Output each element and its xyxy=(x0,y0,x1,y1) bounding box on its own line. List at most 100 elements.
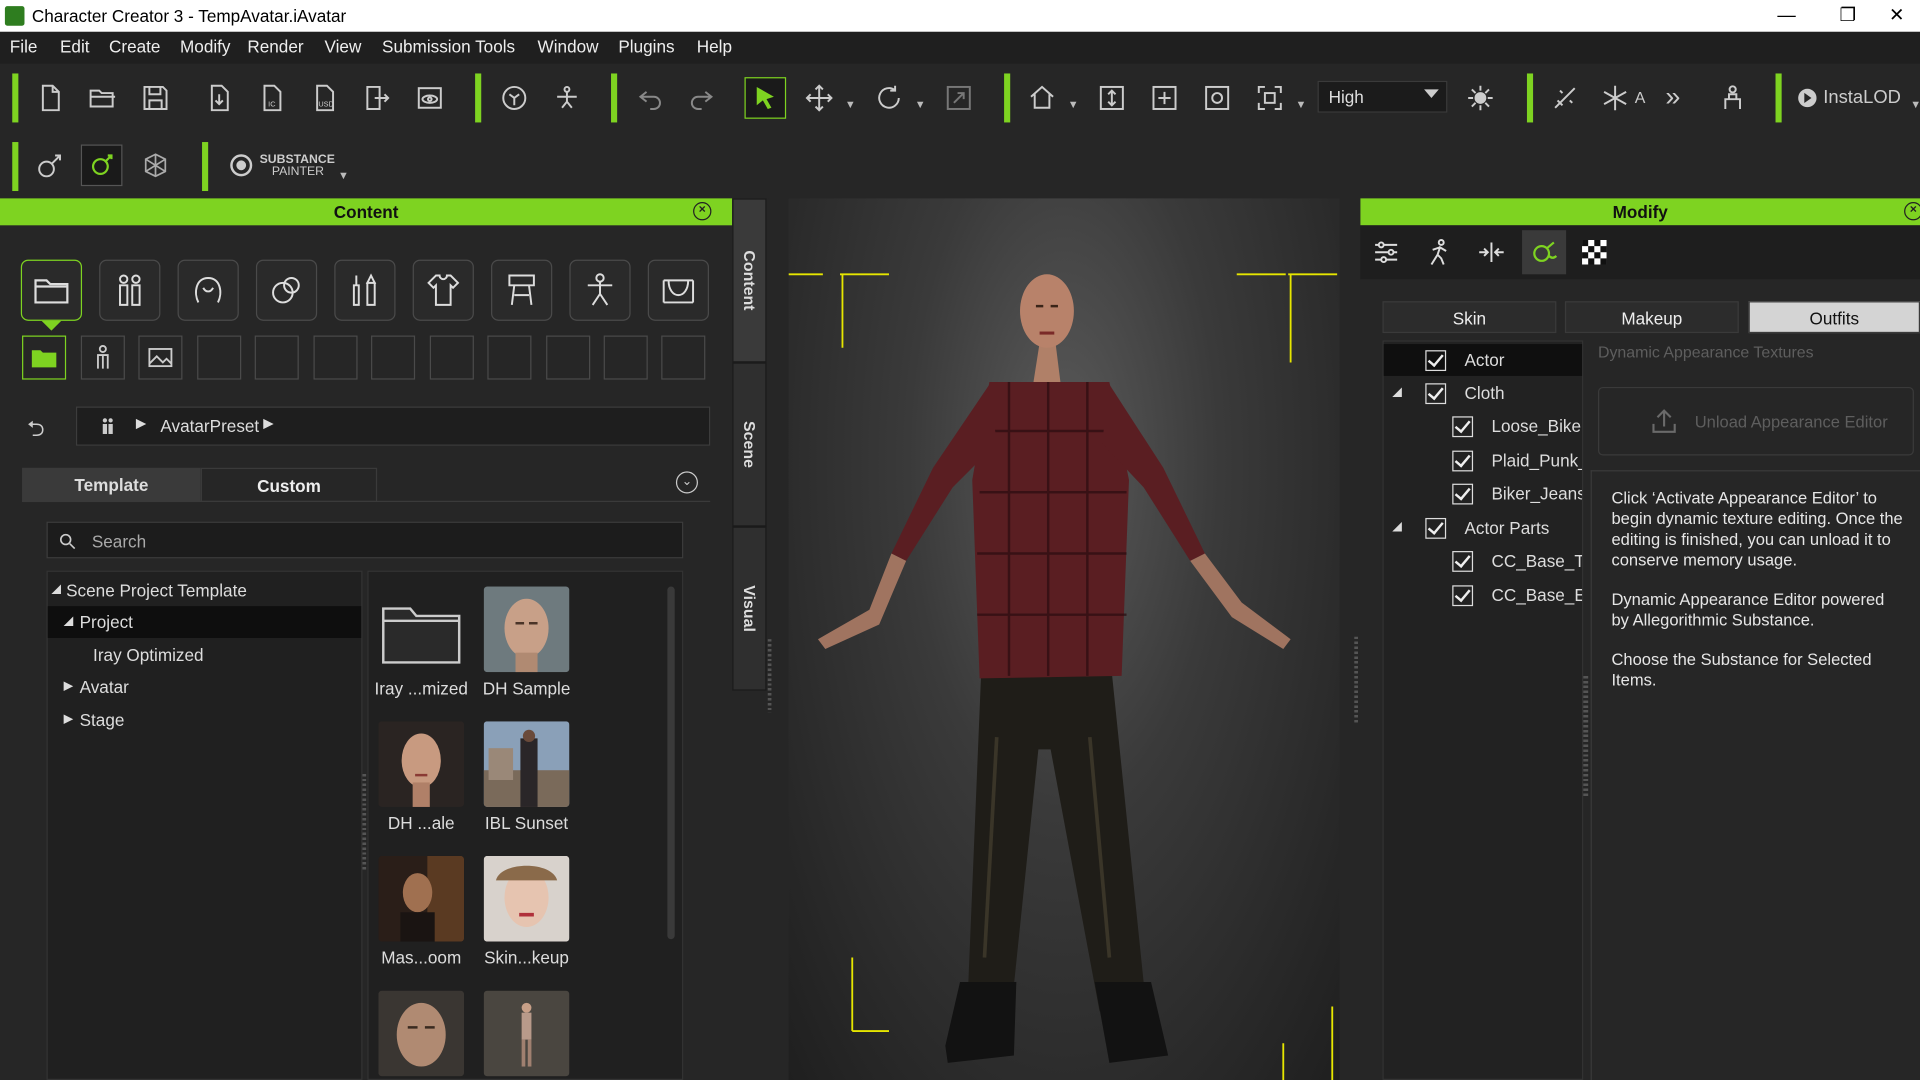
tree-item-project[interactable]: ◢ Project xyxy=(47,606,362,638)
rotate-dropdown-icon[interactable]: ▼ xyxy=(915,98,926,110)
texture-checker-icon[interactable] xyxy=(1576,234,1613,271)
checkbox[interactable] xyxy=(1452,450,1474,472)
tab-custom[interactable]: Custom xyxy=(200,467,378,503)
instalod-dropdown-icon[interactable]: ▼ xyxy=(1910,98,1920,110)
tab-makeup[interactable]: Makeup xyxy=(1564,301,1739,334)
search-input[interactable]: Search xyxy=(46,521,684,559)
checkbox[interactable] xyxy=(1452,585,1474,607)
list-item-cc-base-e[interactable]: CC_Base_E xyxy=(1384,579,1582,611)
camera-frame-icon[interactable] xyxy=(1251,80,1288,117)
splitter-handle[interactable] xyxy=(1583,675,1589,799)
sub-avatar-button[interactable] xyxy=(80,335,125,380)
redo-icon[interactable] xyxy=(683,80,720,117)
category-hair-button[interactable] xyxy=(177,259,239,321)
reallusion-hub-icon[interactable] xyxy=(496,80,533,117)
pose-tool-icon[interactable] xyxy=(549,80,586,117)
breadcrumb-arrow-icon[interactable]: ▶ xyxy=(263,415,273,431)
substance-painter-button[interactable]: SUBSTANCE PAINTER xyxy=(260,154,335,178)
appearance-editor-icon[interactable] xyxy=(80,144,123,187)
home-view-icon[interactable] xyxy=(1024,80,1061,117)
category-avatar-button[interactable] xyxy=(99,259,161,321)
list-item-actor[interactable]: Actor xyxy=(1383,344,1583,376)
tab-skin[interactable]: Skin xyxy=(1382,301,1557,334)
expanded-arrow-icon[interactable]: ◢ xyxy=(1392,512,1401,544)
grid-scrollbar[interactable] xyxy=(667,586,675,940)
empty-slot[interactable] xyxy=(371,335,416,380)
mesh-tool-icon[interactable] xyxy=(137,147,174,184)
menu-window[interactable]: Window xyxy=(538,37,599,57)
menu-edit[interactable]: Edit xyxy=(60,37,90,57)
focus-selected-icon[interactable] xyxy=(1199,80,1236,117)
checkbox[interactable] xyxy=(1425,383,1447,405)
menu-plugins[interactable]: Plugins xyxy=(618,37,674,57)
empty-slot[interactable] xyxy=(546,335,591,380)
category-cloth-button[interactable] xyxy=(412,259,474,321)
render-quality-select[interactable]: High xyxy=(1317,80,1448,113)
grid-item-thumbnail[interactable] xyxy=(483,721,570,807)
list-item-plaid-punk[interactable]: Plaid_Punk_ xyxy=(1384,444,1582,476)
fit-height-icon[interactable] xyxy=(1093,80,1130,117)
checkbox[interactable] xyxy=(1452,483,1474,505)
morph-adjust-icon[interactable] xyxy=(1473,234,1510,271)
expanded-arrow-icon[interactable]: ◢ xyxy=(64,606,73,638)
back-icon[interactable]: ⮌ xyxy=(27,414,45,451)
export-icon[interactable] xyxy=(359,80,396,117)
import-icon[interactable] xyxy=(201,80,238,117)
instalod-button[interactable]: InstaLOD xyxy=(1823,87,1901,108)
splitter-handle[interactable] xyxy=(1354,636,1358,723)
menu-help[interactable]: Help xyxy=(697,37,732,57)
import-ic-icon[interactable]: IC xyxy=(253,80,290,117)
grid-item-thumbnail[interactable] xyxy=(378,721,465,807)
category-accessory-button[interactable] xyxy=(491,259,553,321)
list-item-loose-biker[interactable]: Loose_Bike xyxy=(1384,410,1582,442)
empty-slot[interactable] xyxy=(197,335,242,380)
minimize-button[interactable]: — xyxy=(1758,0,1814,32)
grid-item-label[interactable]: DH Sample xyxy=(471,678,581,698)
splitter-handle[interactable] xyxy=(767,639,772,713)
grid-item-thumbnail[interactable] xyxy=(378,855,465,942)
physics-icon[interactable] xyxy=(1547,80,1584,117)
collapse-chevron-icon[interactable]: ⌄ xyxy=(675,471,698,494)
checkbox[interactable] xyxy=(1425,517,1447,539)
save-icon[interactable] xyxy=(137,80,174,117)
grid-item-thumbnail[interactable] xyxy=(378,990,465,1077)
close-icon[interactable]: × xyxy=(693,202,712,221)
category-skin-button[interactable] xyxy=(255,259,318,321)
tab-visual[interactable]: Visual xyxy=(732,526,767,691)
tree-item-iray-optimized[interactable]: Iray Optimized xyxy=(48,639,361,671)
export-usd-icon[interactable]: USD xyxy=(306,80,343,117)
grid-item-label[interactable]: DH ...ale xyxy=(369,813,477,833)
close-button[interactable]: ✕ xyxy=(1869,0,1920,32)
tab-scene[interactable]: Scene xyxy=(732,362,767,527)
move-dropdown-icon[interactable]: ▼ xyxy=(845,98,856,110)
category-motion-button[interactable] xyxy=(569,259,631,321)
grid-item-label[interactable]: Mas...oom xyxy=(369,948,477,968)
maximize-button[interactable]: ❐ xyxy=(1820,0,1876,32)
empty-slot[interactable] xyxy=(429,335,474,380)
avatar-root-icon[interactable] xyxy=(99,418,116,435)
grid-item-thumbnail[interactable] xyxy=(483,855,570,942)
empty-slot[interactable] xyxy=(661,335,706,380)
grid-item-thumbnail[interactable] xyxy=(483,990,570,1077)
list-item-cc-base-t[interactable]: CC_Base_T xyxy=(1384,545,1582,577)
grid-item-label[interactable]: IBL Sunset xyxy=(471,813,581,833)
light-icon[interactable] xyxy=(1462,80,1499,117)
menu-file[interactable]: File xyxy=(10,37,38,57)
scale-tool-icon[interactable] xyxy=(940,80,977,117)
menu-view[interactable]: View xyxy=(324,37,361,57)
menu-submission-tools[interactable]: Submission Tools xyxy=(382,37,515,57)
tree-item-stage[interactable]: ▶ Stage xyxy=(48,704,361,736)
tree-item-avatar[interactable]: ▶ Avatar xyxy=(48,671,361,703)
undo-icon[interactable] xyxy=(632,80,669,117)
grid-item-thumbnail[interactable] xyxy=(378,587,464,673)
select-tool-icon[interactable] xyxy=(744,77,787,119)
tree-item-scene-project-template[interactable]: ◢ Scene Project Template xyxy=(48,574,361,606)
collapsed-arrow-icon[interactable]: ▶ xyxy=(64,671,73,703)
substance-dropdown-icon[interactable]: ▼ xyxy=(338,169,349,181)
empty-slot[interactable] xyxy=(254,335,299,380)
preview-icon[interactable] xyxy=(411,80,448,117)
checkbox[interactable] xyxy=(1425,350,1447,372)
menu-modify[interactable]: Modify xyxy=(180,37,230,57)
more-tools-icon[interactable]: » xyxy=(1665,81,1680,113)
category-project-button[interactable] xyxy=(20,259,83,321)
